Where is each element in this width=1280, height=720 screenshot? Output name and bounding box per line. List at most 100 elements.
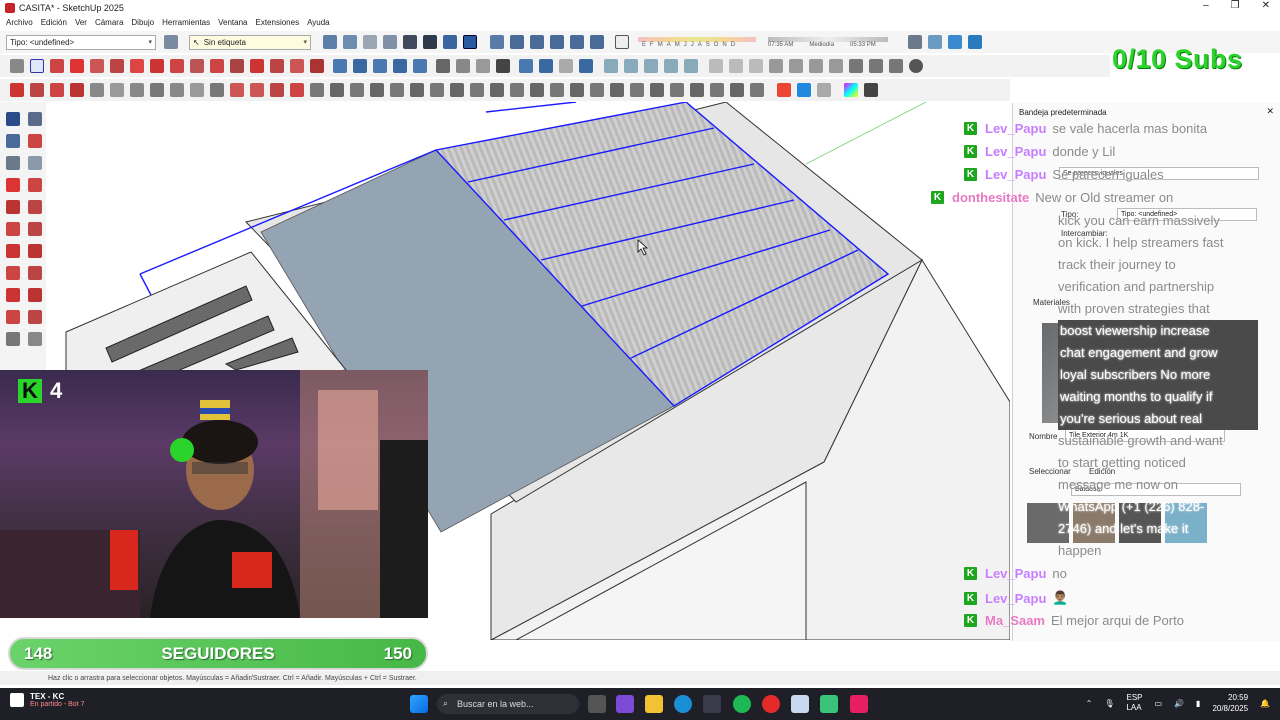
style-4-icon[interactable]	[579, 59, 593, 73]
shadow-toggle-icon[interactable]	[615, 35, 629, 49]
protractor-icon[interactable]	[28, 332, 42, 346]
grid-9-icon[interactable]	[470, 83, 484, 97]
menu-ver[interactable]: Ver	[75, 18, 87, 27]
display-sections-icon[interactable]	[948, 35, 962, 49]
menu-dibujo[interactable]: Dibujo	[131, 18, 154, 27]
grid-7-icon[interactable]	[430, 83, 444, 97]
layer-5-icon[interactable]	[684, 59, 698, 73]
line-icon[interactable]	[6, 178, 20, 192]
section-cuts-icon[interactable]	[968, 35, 982, 49]
pointer-icon[interactable]	[864, 83, 878, 97]
rectangle-icon[interactable]	[6, 200, 20, 214]
tape-measure-icon[interactable]	[6, 332, 20, 346]
curve-icon[interactable]	[50, 83, 64, 97]
tag-select[interactable]: ↖ Sin etiqueta ▾	[189, 34, 311, 50]
zoom-window-icon[interactable]	[393, 59, 407, 73]
menu-archivo[interactable]: Archivo	[6, 18, 33, 27]
network-icon[interactable]: ▭	[1155, 699, 1163, 708]
spotify-icon[interactable]	[733, 695, 751, 713]
polygon-icon[interactable]	[28, 222, 42, 236]
zoom-icon[interactable]	[373, 59, 387, 73]
grid-22-icon[interactable]	[730, 83, 744, 97]
minimize-button[interactable]: –	[1203, 0, 1209, 11]
shape-7-icon[interactable]	[210, 83, 224, 97]
right-view-icon[interactable]	[383, 35, 397, 49]
grid-17-icon[interactable]	[630, 83, 644, 97]
line-4-icon[interactable]	[290, 83, 304, 97]
offset-icon[interactable]	[210, 59, 224, 73]
grid-3-icon[interactable]	[350, 83, 364, 97]
shape-1-icon[interactable]	[90, 83, 104, 97]
cut-icon[interactable]	[769, 59, 783, 73]
menu-ventana[interactable]: Ventana	[218, 18, 247, 27]
opera-icon[interactable]	[762, 695, 780, 713]
iso-view-icon[interactable]	[323, 35, 337, 49]
shaded-textures-icon[interactable]	[463, 35, 477, 49]
taskbar-search[interactable]: ⌕ Buscar en la web...	[437, 694, 579, 714]
open-file-icon[interactable]	[709, 59, 723, 73]
move-icon[interactable]	[150, 59, 164, 73]
taskbar-clock[interactable]: 20:59 20/8/2025	[1212, 692, 1248, 714]
axes-icon[interactable]	[270, 59, 284, 73]
tag-icon[interactable]	[28, 156, 42, 170]
grid-16-icon[interactable]	[610, 83, 624, 97]
color-palette-icon[interactable]	[844, 83, 858, 97]
pan-icon[interactable]	[353, 59, 367, 73]
arc-icon[interactable]	[90, 59, 104, 73]
grid-4-icon[interactable]	[370, 83, 384, 97]
layer-3-icon[interactable]	[644, 59, 658, 73]
component-icon[interactable]	[6, 156, 20, 170]
left-view-icon[interactable]	[423, 35, 437, 49]
push-pull-icon[interactable]	[130, 59, 144, 73]
shadow-date-control[interactable]: E F M A M J J A S O N D	[638, 36, 756, 48]
top-view-icon[interactable]	[343, 35, 357, 49]
shape-6-icon[interactable]	[190, 83, 204, 97]
grid-18-icon[interactable]	[650, 83, 664, 97]
layer-1-icon[interactable]	[604, 59, 618, 73]
protractor-icon[interactable]	[310, 59, 324, 73]
bezier-icon[interactable]	[30, 83, 44, 97]
paint-bucket-icon[interactable]	[6, 134, 20, 148]
grey-cube-icon[interactable]	[817, 83, 831, 97]
language-indicator[interactable]: ESP LAA	[1126, 693, 1142, 713]
taskbar-game-widget[interactable]: TEX - KC En partido - Bot 7	[10, 692, 84, 708]
mic-icon[interactable]: 🎙	[1104, 699, 1114, 708]
shape-5-icon[interactable]	[170, 83, 184, 97]
dimension-icon[interactable]	[290, 59, 304, 73]
delete-icon[interactable]	[829, 59, 843, 73]
grid-14-icon[interactable]	[570, 83, 584, 97]
paste-icon[interactable]	[809, 59, 823, 73]
freehand-icon[interactable]	[28, 178, 42, 192]
grid-1-icon[interactable]	[310, 83, 324, 97]
adobe-icon[interactable]	[850, 695, 868, 713]
info-icon[interactable]	[909, 59, 923, 73]
pie-icon[interactable]	[28, 244, 42, 258]
shape-4-icon[interactable]	[150, 83, 164, 97]
xray-icon[interactable]	[443, 35, 457, 49]
move-icon[interactable]	[6, 266, 20, 280]
folder-icon[interactable]	[729, 59, 743, 73]
line-2-icon[interactable]	[250, 83, 264, 97]
grid-21-icon[interactable]	[710, 83, 724, 97]
scale-icon[interactable]	[190, 59, 204, 73]
style-2-icon[interactable]	[539, 59, 553, 73]
save-icon[interactable]	[749, 59, 763, 73]
menu-extensiones[interactable]: Extensiones	[255, 18, 299, 27]
grid-10-icon[interactable]	[490, 83, 504, 97]
menu-camara[interactable]: Cámara	[95, 18, 123, 27]
blue-cube-icon[interactable]	[797, 83, 811, 97]
join-icon[interactable]	[70, 83, 84, 97]
battery-icon[interactable]: ▮	[1196, 699, 1200, 708]
shaded-icon[interactable]	[530, 35, 544, 49]
grid-15-icon[interactable]	[590, 83, 604, 97]
move-arrows-icon[interactable]	[908, 35, 922, 49]
notification-icon[interactable]: 🔔	[1260, 699, 1270, 708]
layer-2-icon[interactable]	[624, 59, 638, 73]
new-file-icon[interactable]	[476, 59, 490, 73]
volume-icon[interactable]: 🔊	[1174, 699, 1184, 708]
menu-ayuda[interactable]: Ayuda	[307, 18, 330, 27]
layer-4-icon[interactable]	[664, 59, 678, 73]
zoom-extents-icon[interactable]	[413, 59, 427, 73]
arc-icon[interactable]	[6, 244, 20, 258]
menu-edicion[interactable]: Edición	[41, 18, 67, 27]
